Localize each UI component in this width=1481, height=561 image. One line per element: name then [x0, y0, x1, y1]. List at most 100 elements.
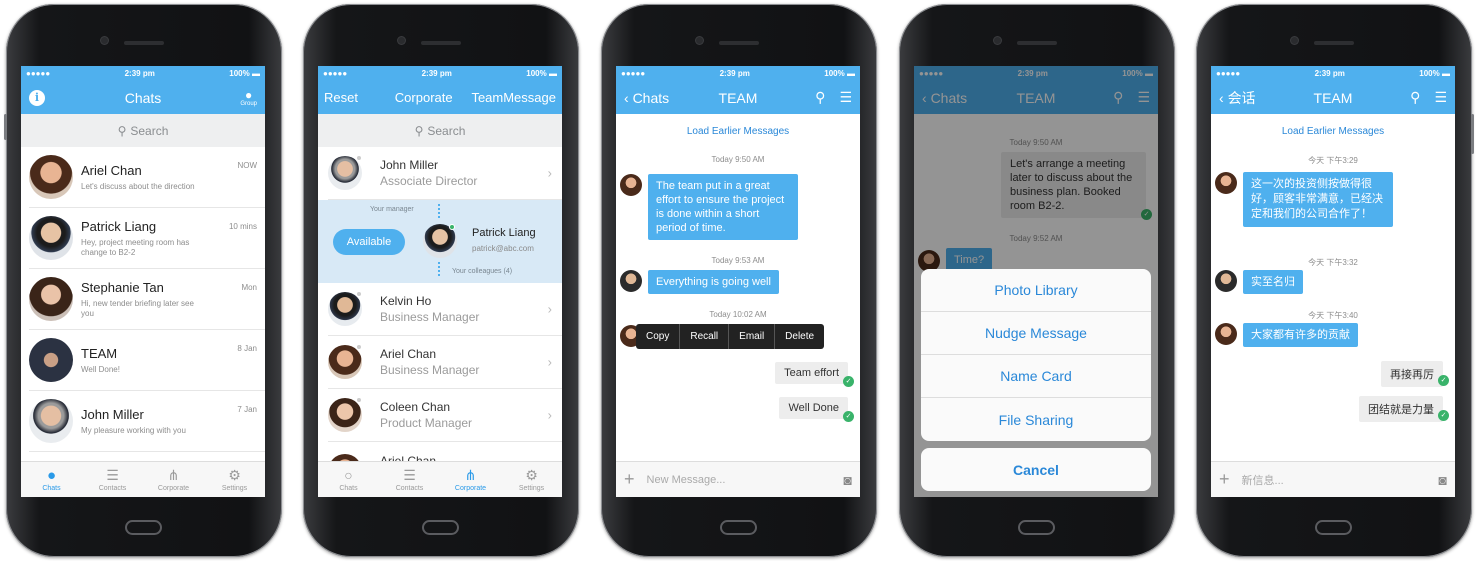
- chat-row[interactable]: John Miller My pleasure working with you …: [29, 391, 265, 452]
- plus-icon[interactable]: +: [1219, 469, 1230, 490]
- tab-corporate[interactable]: ⋔ Corporate: [143, 462, 204, 497]
- available-button[interactable]: Available: [333, 229, 405, 255]
- camera-icon[interactable]: ◙: [1439, 472, 1447, 488]
- camera: [398, 37, 405, 44]
- chat-list: Ariel Chan Let's discuss about the direct…: [21, 147, 265, 452]
- message-bubble[interactable]: 大家都有许多的贡献: [1243, 323, 1358, 347]
- chevron-right-icon: ›: [547, 301, 552, 317]
- contacts-icon: ☰: [403, 466, 416, 483]
- home-button: [125, 520, 162, 535]
- tab-bar: ○ Chats ☰ Contacts ⋔ Corporate ⚙ Settings: [318, 461, 562, 497]
- chat-time: 10 mins: [228, 222, 257, 231]
- delete-menu-item[interactable]: Delete: [775, 324, 824, 349]
- message-bubble[interactable]: Everything is going well: [648, 270, 779, 294]
- timestamp: 今天 下午3:40: [1308, 311, 1358, 320]
- contact-name: Ariel Chan: [380, 347, 437, 361]
- avatar: [328, 398, 362, 432]
- search-icon: ⚲: [117, 123, 127, 138]
- message-input[interactable]: New Message...: [647, 474, 844, 486]
- search-icon[interactable]: ⚲: [1410, 89, 1420, 106]
- photo-library-option[interactable]: Photo Library: [921, 269, 1151, 312]
- search-placeholder: Search: [130, 123, 169, 138]
- outgoing-message[interactable]: Well Done: [779, 397, 848, 419]
- chat-row[interactable]: Patrick Liang Hey, project meeting room h…: [29, 208, 265, 269]
- back-button[interactable]: ‹ 会话: [1219, 88, 1256, 108]
- avatar: [29, 155, 73, 199]
- carrier: ●●●●●: [621, 69, 646, 78]
- contact-role: Product Manager: [380, 416, 473, 430]
- chat-preview: Well Done!: [81, 364, 120, 374]
- tab-contacts[interactable]: ☰ Contacts: [82, 462, 143, 497]
- speaker: [1017, 41, 1057, 45]
- chat-row[interactable]: TEAM Well Done! 8 Jan: [29, 330, 265, 391]
- avatar: [328, 345, 362, 379]
- org-chart-icon: ⋔: [167, 466, 180, 483]
- gear-icon: ⚙: [525, 466, 538, 483]
- app-showcase: ●●●●● 2:39 pm 100% ▬ i Chats ● Group ⚲ S…: [0, 0, 1481, 561]
- contact-row[interactable]: Coleen Chan Product Manager ›: [328, 389, 562, 442]
- screen: ●●●●● 2:39 pm 100% ▬ Reset Corporate Tea…: [318, 66, 562, 497]
- group-button[interactable]: ● Group: [240, 89, 257, 107]
- tab-chats[interactable]: ○ Chats: [318, 462, 379, 497]
- tab-settings[interactable]: ⚙ Settings: [501, 462, 562, 497]
- chevron-left-icon: ‹: [624, 89, 629, 106]
- search-bar[interactable]: ⚲ Search: [21, 114, 265, 147]
- outgoing-message[interactable]: 再接再厉: [1381, 361, 1443, 387]
- file-sharing-option[interactable]: File Sharing: [921, 398, 1151, 441]
- tab-chats[interactable]: ● Chats: [21, 462, 82, 497]
- team-message-button[interactable]: TeamMessage: [471, 90, 556, 105]
- message-bubble[interactable]: The team put in a great effort to ensure…: [648, 174, 798, 240]
- outgoing-message[interactable]: 团结就是力量: [1359, 396, 1443, 422]
- message-input[interactable]: 新信息...: [1242, 472, 1439, 488]
- outgoing-message[interactable]: Team effort: [775, 362, 848, 384]
- contact-row[interactable]: Kelvin Ho Business Manager ›: [328, 283, 562, 336]
- list-icon[interactable]: ☰: [839, 89, 852, 106]
- contacts-icon: ☰: [106, 466, 119, 483]
- load-earlier-link[interactable]: Load Earlier Messages: [616, 126, 860, 137]
- clock: 2:39 pm: [719, 69, 750, 78]
- tab-contacts[interactable]: ☰ Contacts: [379, 462, 440, 497]
- camera-icon[interactable]: ◙: [844, 472, 852, 488]
- battery: 100% ▬: [229, 69, 260, 78]
- contact-row[interactable]: Ariel Chan Business Manager ›: [328, 336, 562, 389]
- cancel-button[interactable]: Cancel: [921, 448, 1151, 491]
- plus-icon[interactable]: +: [624, 469, 635, 490]
- load-earlier-link[interactable]: Load Earlier Messages: [1211, 126, 1455, 137]
- incoming-message: The team put in a great effort to ensure…: [620, 174, 798, 240]
- screen: ●●●●● 2:39 pm 100% ▬ ‹ 会话 TEAM ⚲ ☰ Load …: [1211, 66, 1455, 497]
- message-area: Load Earlier Messages 今天 下午3:29 这一次的投资侧按…: [1211, 114, 1455, 461]
- search-bar[interactable]: ⚲ Search: [318, 114, 562, 147]
- tab-settings[interactable]: ⚙ Settings: [204, 462, 265, 497]
- nav-bar: ‹ Chats TEAM ⚲ ☰: [616, 81, 860, 114]
- presence-dot: [356, 344, 362, 350]
- message-bubble[interactable]: 实至名归: [1243, 270, 1303, 294]
- chat-row[interactable]: Ariel Chan Let's discuss about the direct…: [29, 147, 265, 208]
- copy-menu-item[interactable]: Copy: [636, 324, 681, 349]
- email-menu-item[interactable]: Email: [729, 324, 776, 349]
- reset-button[interactable]: Reset: [324, 90, 358, 105]
- avatar: [29, 277, 73, 321]
- contact-name: Coleen Chan: [380, 400, 451, 414]
- name-card-option[interactable]: Name Card: [921, 355, 1151, 398]
- avatar: [29, 216, 73, 260]
- chat-preview: My pleasure working with you: [81, 425, 186, 435]
- info-icon[interactable]: i: [29, 89, 45, 106]
- manager-row[interactable]: John Miller Associate Director ›: [328, 147, 562, 200]
- tab-corporate[interactable]: ⋔ Corporate: [440, 462, 501, 497]
- phone-team-chat: ●●●●● 2:39 pm 100% ▬ ‹ Chats TEAM ⚲ ☰ Lo…: [601, 4, 877, 557]
- chat-row[interactable]: Stephanie Tan Hi, new tender briefing lat…: [29, 269, 265, 330]
- clock: 2:39 pm: [421, 69, 452, 78]
- nudge-message-option[interactable]: Nudge Message: [921, 312, 1151, 355]
- avatar: [620, 174, 642, 196]
- chat-name: Stephanie Tan: [81, 279, 164, 295]
- recall-menu-item[interactable]: Recall: [680, 324, 730, 349]
- back-button[interactable]: ‹ Chats: [624, 90, 669, 106]
- message-bubble[interactable]: 这一次的投资侧按做得很好，顾客非常满意，已经决定和我们的公司合作了！: [1243, 172, 1393, 227]
- search-icon: ⚲: [414, 123, 424, 138]
- avatar: [1215, 172, 1237, 194]
- nav-bar: ‹ 会话 TEAM ⚲ ☰: [1211, 81, 1455, 114]
- nav-bar: i Chats ● Group: [21, 81, 265, 114]
- list-icon[interactable]: ☰: [1434, 89, 1447, 106]
- search-icon[interactable]: ⚲: [815, 89, 825, 106]
- contact-name: Kelvin Ho: [380, 294, 432, 308]
